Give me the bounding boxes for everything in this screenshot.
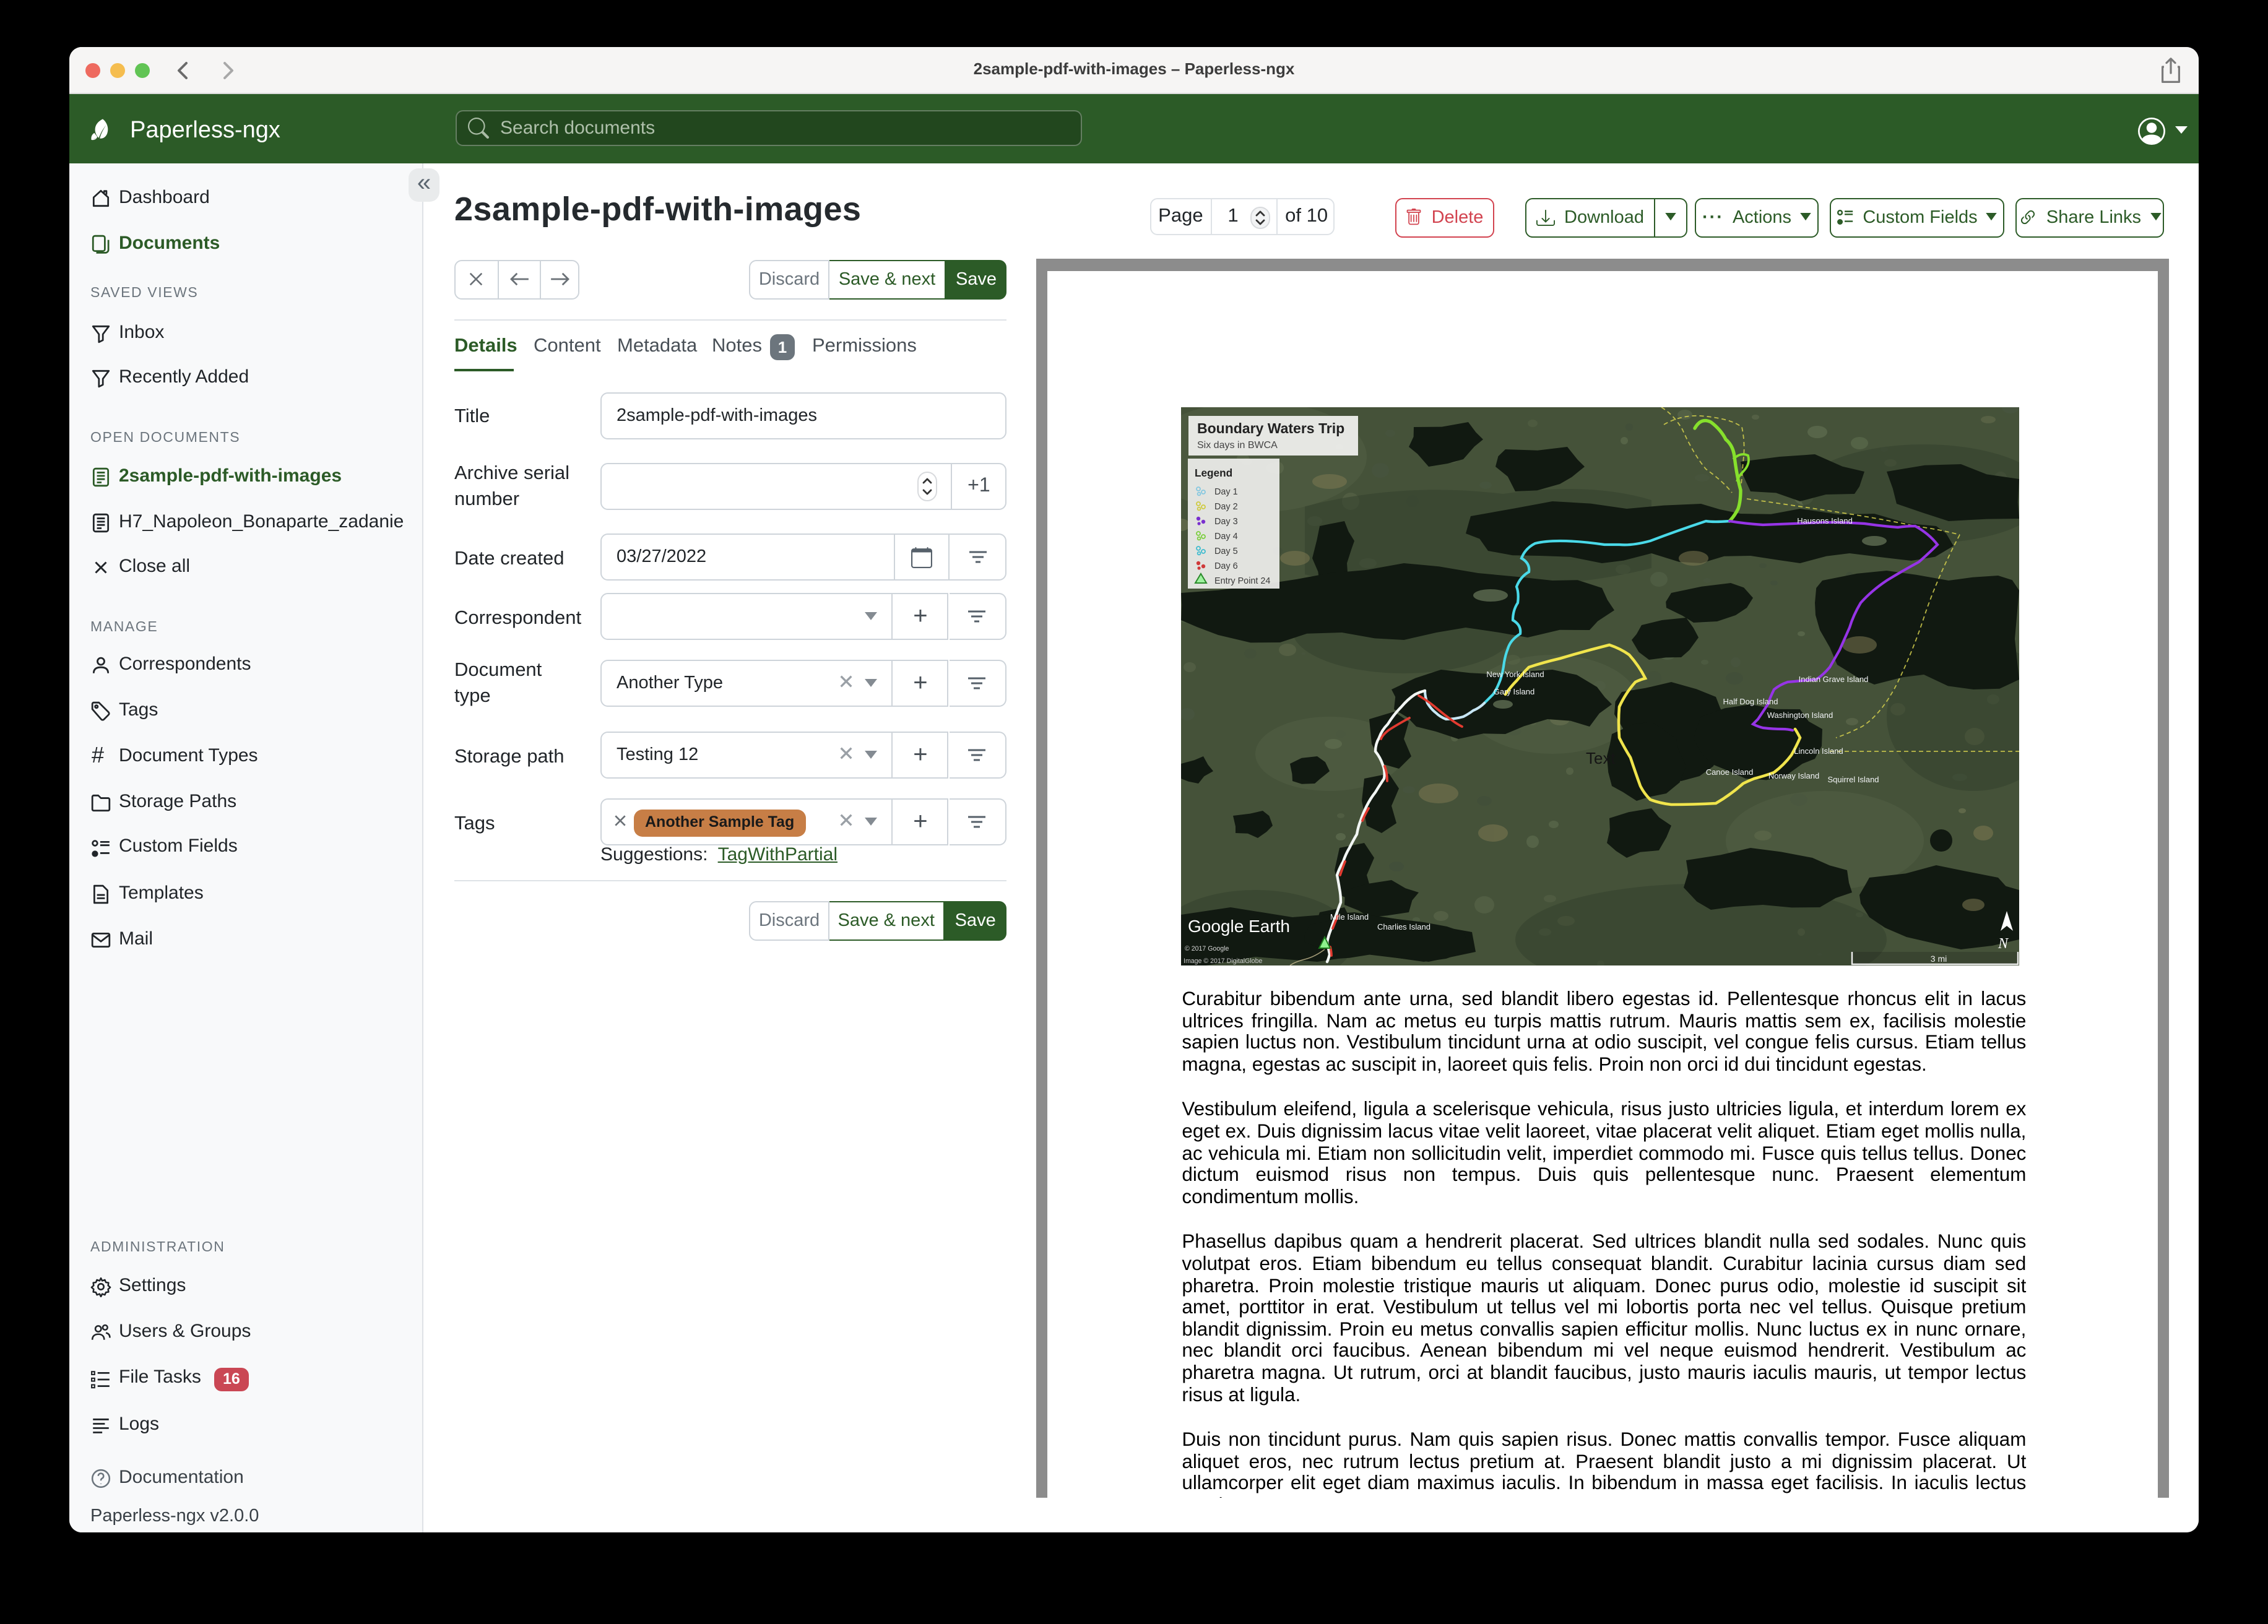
svg-text:Canoe Island: Canoe Island: [1706, 767, 1754, 776]
svg-text:Mile Island: Mile Island: [1330, 912, 1369, 921]
svg-text:Day 3: Day 3: [1214, 516, 1238, 526]
svg-text:New York Island: New York Island: [1486, 669, 1544, 678]
svg-text:Image © 2017 DigitalGlobe: Image © 2017 DigitalGlobe: [1184, 957, 1262, 964]
svg-text:Legend: Legend: [1195, 466, 1232, 478]
svg-text:Text: Text: [1586, 748, 1616, 767]
svg-text:Day 2: Day 2: [1214, 501, 1238, 511]
svg-text:3 mi: 3 mi: [1931, 953, 1947, 963]
svg-text:Google Earth: Google Earth: [1188, 916, 1290, 935]
svg-text:Indian Grave Island: Indian Grave Island: [1799, 674, 1869, 683]
svg-text:© 2017 Google: © 2017 Google: [1185, 944, 1229, 952]
svg-text:Washington Island: Washington Island: [1767, 710, 1833, 719]
svg-text:Half Dog Island: Half Dog Island: [1723, 696, 1778, 706]
svg-text:Entry Point 24: Entry Point 24: [1214, 576, 1270, 585]
svg-text:Squirrel Island: Squirrel Island: [1827, 774, 1879, 784]
svg-text:N: N: [1997, 935, 2009, 951]
svg-text:Boundary Waters Trip: Boundary Waters Trip: [1197, 420, 1344, 436]
svg-text:Charlies Island: Charlies Island: [1377, 922, 1430, 931]
svg-text:Day 6: Day 6: [1214, 561, 1238, 571]
svg-text:Hausons Island: Hausons Island: [1797, 516, 1853, 525]
svg-text:Gary Island: Gary Island: [1494, 686, 1534, 696]
svg-text:Day 5: Day 5: [1214, 546, 1238, 556]
svg-text:Lincoln Island: Lincoln Island: [1794, 746, 1843, 755]
svg-text:Day 1: Day 1: [1214, 486, 1238, 496]
svg-text:Norway Island: Norway Island: [1768, 771, 1819, 780]
svg-text:Day 4: Day 4: [1214, 531, 1238, 541]
svg-text:Six days in BWCA: Six days in BWCA: [1197, 439, 1278, 450]
